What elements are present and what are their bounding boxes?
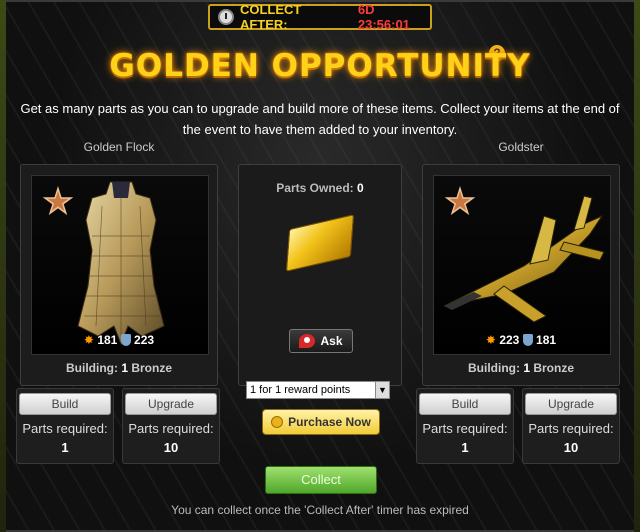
chevron-down-icon[interactable]: ▼ — [375, 382, 389, 398]
item-stats: ✸ 223 181 — [423, 333, 619, 347]
item-image-goldster — [433, 175, 611, 355]
defense-icon — [120, 334, 131, 346]
upgrade-button[interactable]: Upgrade — [525, 393, 617, 415]
building-label: Building: — [65, 361, 118, 375]
parts-required-value: 1 — [61, 440, 69, 455]
timer-value: 6D 23:56:01 — [357, 2, 410, 32]
parts-required-value: 10 — [163, 440, 179, 455]
ask-label: Ask — [320, 334, 343, 348]
attack-icon: ✸ — [485, 333, 496, 347]
parts-owned-label: Parts Owned: — [276, 181, 354, 195]
building-level: Building: 1 Bronze — [423, 361, 619, 375]
defense-value: 181 — [536, 333, 557, 347]
defense-icon — [522, 334, 533, 346]
page-title: GOLDEN OPPORTUNITY — [109, 48, 531, 84]
ask-button[interactable]: Ask — [289, 329, 353, 353]
item-actions-goldster: Build Parts required: 1 Upgrade Parts re… — [416, 388, 620, 464]
build-card: Build Parts required: 1 — [416, 388, 514, 464]
ask-bubble-icon — [299, 334, 316, 348]
building-level: Building: 1 Bronze — [21, 361, 217, 375]
building-level-number: 1 — [121, 361, 128, 375]
item-panel-goldster: ✸ 223 181 Building: 1 Bronze — [422, 164, 620, 386]
upgrade-button[interactable]: Upgrade — [125, 393, 217, 415]
parts-panel: Parts Owned: 0 Ask — [238, 164, 402, 386]
attack-value: 223 — [499, 333, 520, 347]
building-tier: Bronze — [131, 361, 173, 375]
event-description: Get as many parts as you can to upgrade … — [20, 101, 620, 137]
parts-owned-value: 0 — [357, 181, 364, 195]
collect-note: You can collect once the 'Collect After'… — [171, 503, 469, 517]
upgrade-card: Upgrade Parts required: 10 — [522, 388, 620, 464]
build-card: Build Parts required: 1 — [16, 388, 114, 464]
reward-option-text: 1 for 1 reward points — [250, 384, 351, 396]
parts-required-label: Parts required: — [22, 421, 108, 436]
item-actions-golden-flock: Build Parts required: 1 Upgrade Parts re… — [16, 388, 220, 464]
purchase-now-button[interactable]: Purchase Now — [262, 409, 380, 435]
parts-required-label: Parts required: — [528, 421, 614, 436]
parts-required-label: Parts required: — [422, 421, 508, 436]
item-panel-golden-flock: ✸ 181 223 Building: 1 Bronze — [20, 164, 218, 386]
building-tier: Bronze — [533, 361, 575, 375]
collect-button[interactable]: Collect — [265, 466, 377, 494]
reward-points-select[interactable]: 1 for 1 reward points ▼ — [246, 381, 390, 399]
building-level-number: 1 — [523, 361, 530, 375]
collect-timer-banner: COLLECT AFTER: 6D 23:56:01 — [208, 2, 432, 32]
gold-bar-icon — [285, 214, 355, 272]
defense-value: 223 — [134, 333, 155, 347]
item-name-golden-flock: Golden Flock — [83, 140, 155, 154]
parts-required-value: 10 — [563, 440, 579, 455]
purchase-label: Purchase Now — [288, 415, 371, 429]
upgrade-card: Upgrade Parts required: 10 — [122, 388, 220, 464]
clock-icon — [218, 9, 234, 25]
parts-owned: Parts Owned: 0 — [239, 181, 401, 195]
item-stats: ✸ 181 223 — [21, 333, 217, 347]
build-button[interactable]: Build — [419, 393, 511, 415]
parts-required-label: Parts required: — [128, 421, 214, 436]
parts-required-value: 1 — [461, 440, 469, 455]
coin-icon — [271, 416, 284, 428]
attack-value: 181 — [97, 333, 118, 347]
item-name-goldster: Goldster — [498, 140, 544, 154]
item-image-golden-flock — [31, 175, 209, 355]
build-button[interactable]: Build — [19, 393, 111, 415]
building-label: Building: — [467, 361, 520, 375]
attack-icon: ✸ — [83, 333, 94, 347]
timer-label: COLLECT AFTER: — [239, 2, 302, 32]
